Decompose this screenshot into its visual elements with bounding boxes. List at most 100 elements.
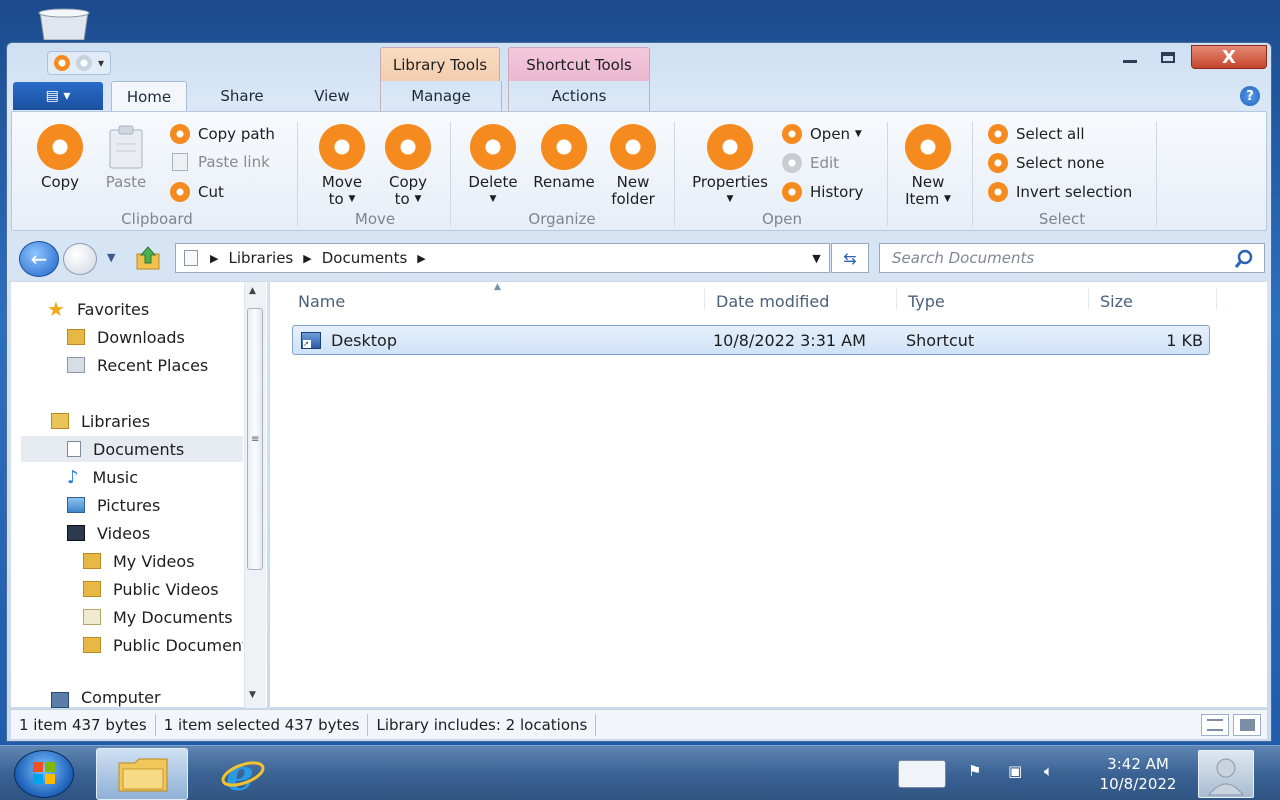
cut-button[interactable]: Cut	[170, 182, 224, 202]
open-button[interactable]: Open ▼	[782, 124, 862, 144]
delete-button[interactable]: Delete ▼	[462, 124, 524, 208]
nav-item-documents[interactable]: Documents	[21, 436, 243, 462]
paste-button[interactable]: Paste	[100, 124, 152, 191]
select-group-label: Select	[1038, 210, 1086, 228]
select-all-button[interactable]: Select all	[988, 124, 1085, 144]
show-desktop-button[interactable]	[1198, 750, 1254, 798]
help-icon[interactable]: ?	[1240, 86, 1260, 106]
copy-button[interactable]: Copy	[32, 124, 88, 191]
new-item-icon	[905, 124, 951, 170]
input-panel-icon[interactable]	[898, 760, 946, 788]
column-header-type[interactable]: Type	[908, 292, 945, 311]
search-input[interactable]: Search Documents	[879, 243, 1265, 273]
history-button[interactable]: History	[782, 182, 863, 202]
file-menu-button[interactable]: ▤ ▾	[13, 82, 103, 110]
breadcrumb-arrow-icon[interactable]: ▶	[210, 252, 218, 265]
column-header-name[interactable]: Name	[298, 292, 345, 311]
search-icon[interactable]	[1233, 248, 1255, 270]
group-separator	[887, 122, 888, 226]
rename-button[interactable]: Rename	[528, 124, 600, 191]
column-separator[interactable]	[896, 288, 897, 310]
nav-item-downloads[interactable]: Downloads	[67, 324, 185, 350]
scroll-up-icon[interactable]: ▲	[249, 286, 256, 296]
nav-item-computer[interactable]: Computer	[51, 688, 161, 708]
nav-item-public-documents[interactable]: Public Documents	[83, 632, 243, 658]
select-none-button[interactable]: Select none	[988, 153, 1104, 173]
breadcrumb-documents[interactable]: Documents	[322, 249, 408, 267]
forward-button[interactable]	[63, 243, 97, 275]
properties-dropdown-icon: ▼	[726, 194, 734, 204]
nav-item-libraries[interactable]: Libraries	[51, 408, 150, 434]
nav-item-pictures[interactable]: Pictures	[67, 492, 160, 518]
scroll-down-icon[interactable]: ▼	[249, 690, 256, 700]
properties-button[interactable]: Properties ▼	[682, 124, 778, 208]
column-separator[interactable]	[1216, 288, 1217, 310]
tab-share[interactable]: Share	[207, 81, 277, 111]
scroll-thumb[interactable]: ≡	[247, 308, 263, 570]
nav-item-my-videos[interactable]: My Videos	[83, 548, 195, 574]
paste-label: Paste	[105, 173, 147, 191]
taskbar: e ⚑ ▣ 🔈︎ 3:42 AM 10/8/2022	[0, 745, 1280, 800]
copy-path-icon	[170, 124, 190, 144]
table-row[interactable]: ↗ Desktop 10/8/2022 3:31 AM Shortcut 1 K…	[292, 325, 1210, 355]
up-folder-icon[interactable]	[135, 245, 161, 271]
history-label: History	[810, 183, 864, 201]
invert-selection-button[interactable]: Invert selection	[988, 182, 1132, 202]
nav-item-music[interactable]: ♪ Music	[67, 464, 138, 490]
refresh-button[interactable]: ⇆	[831, 243, 869, 273]
properties-qat-icon[interactable]	[54, 55, 70, 71]
document-location-icon	[184, 250, 198, 266]
new-item-label: New	[911, 173, 945, 191]
windows-logo-icon	[33, 762, 55, 784]
tab-manage[interactable]: Manage	[380, 81, 502, 111]
address-bar[interactable]: ▶ Libraries ▶ Documents ▶	[175, 243, 830, 273]
breadcrumb-arrow-icon[interactable]: ▶	[303, 252, 311, 265]
refresh-icon: ⇆	[843, 248, 857, 268]
new-item-button[interactable]: New Item ▼	[898, 124, 958, 208]
recent-locations-dropdown-icon[interactable]: ▼	[107, 251, 115, 264]
column-separator[interactable]	[1088, 288, 1089, 310]
volume-icon[interactable]: 🔈︎	[1044, 762, 1053, 780]
network-icon[interactable]: ▣	[1008, 762, 1022, 780]
nav-item-public-videos[interactable]: Public Videos	[83, 576, 219, 602]
customize-qat-icon[interactable]: ▾	[98, 56, 104, 70]
close-button[interactable]: X	[1191, 45, 1267, 69]
start-button[interactable]	[14, 750, 74, 798]
select-all-icon	[988, 124, 1008, 144]
tab-actions[interactable]: Actions	[508, 81, 650, 111]
column-header-size[interactable]: Size	[1100, 292, 1133, 311]
paste-link-button[interactable]: Paste link	[170, 153, 270, 171]
recycle-bin-icon[interactable]	[34, 8, 94, 40]
tab-home[interactable]: Home	[111, 81, 187, 111]
taskbar-internet-explorer-button[interactable]: e	[208, 748, 278, 800]
column-separator[interactable]	[704, 288, 705, 310]
nav-label: Recent Places	[97, 355, 209, 375]
clock[interactable]: 3:42 AM 10/8/2022	[1088, 754, 1188, 794]
details-view-button[interactable]	[1201, 714, 1229, 736]
address-dropdown-icon[interactable]: ▼	[803, 243, 830, 273]
edit-button[interactable]: Edit	[782, 153, 839, 173]
breadcrumb-libraries[interactable]: Libraries	[228, 249, 293, 267]
new-folder-qat-icon[interactable]	[76, 55, 92, 71]
nav-item-my-documents[interactable]: My Documents	[83, 604, 243, 630]
action-center-flag-icon[interactable]: ⚑	[968, 762, 981, 780]
edit-icon	[782, 153, 802, 173]
new-folder-button[interactable]: New folder	[602, 124, 664, 208]
column-header-date-modified[interactable]: Date modified	[716, 292, 829, 311]
back-button[interactable]: ←	[19, 241, 59, 277]
nav-item-recent-places[interactable]: Recent Places	[67, 352, 208, 378]
minimize-button[interactable]	[1115, 45, 1145, 69]
nav-item-videos[interactable]: Videos	[67, 520, 150, 546]
copy-to-button[interactable]: Copy to ▼	[378, 124, 438, 208]
breadcrumb-arrow-icon[interactable]: ▶	[417, 252, 425, 265]
taskbar-explorer-button[interactable]	[96, 748, 188, 800]
copy-path-button[interactable]: Copy path	[170, 124, 275, 144]
move-to-button[interactable]: Move to ▼	[312, 124, 372, 208]
large-icons-view-icon	[1240, 719, 1255, 731]
nav-item-favorites[interactable]: ★ Favorites	[47, 296, 149, 322]
nav-label: Music	[92, 467, 139, 487]
large-icons-view-button[interactable]	[1233, 714, 1261, 736]
maximize-button[interactable]	[1153, 45, 1183, 69]
downloads-folder-icon	[67, 329, 85, 345]
tab-view[interactable]: View	[297, 81, 367, 111]
